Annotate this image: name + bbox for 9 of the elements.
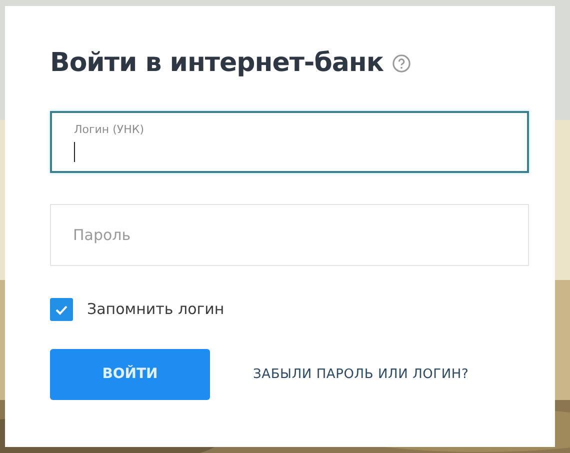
remember-checkbox[interactable] [50, 298, 73, 322]
help-icon[interactable] [392, 54, 411, 74]
forgot-password-link[interactable]: ЗАБЫЛИ ПАРОЛЬ ИЛИ ЛОГИН? [253, 364, 469, 384]
input-field[interactable]: Пароль [50, 204, 529, 266]
check-icon [55, 304, 68, 315]
page-title: Войти в интернет-банк [50, 48, 384, 80]
input-field[interactable]: Логин (УНК) [50, 111, 529, 174]
remember-label: Запомнить логин [87, 299, 224, 320]
login-button[interactable]: ВОЙТИ [50, 349, 210, 400]
